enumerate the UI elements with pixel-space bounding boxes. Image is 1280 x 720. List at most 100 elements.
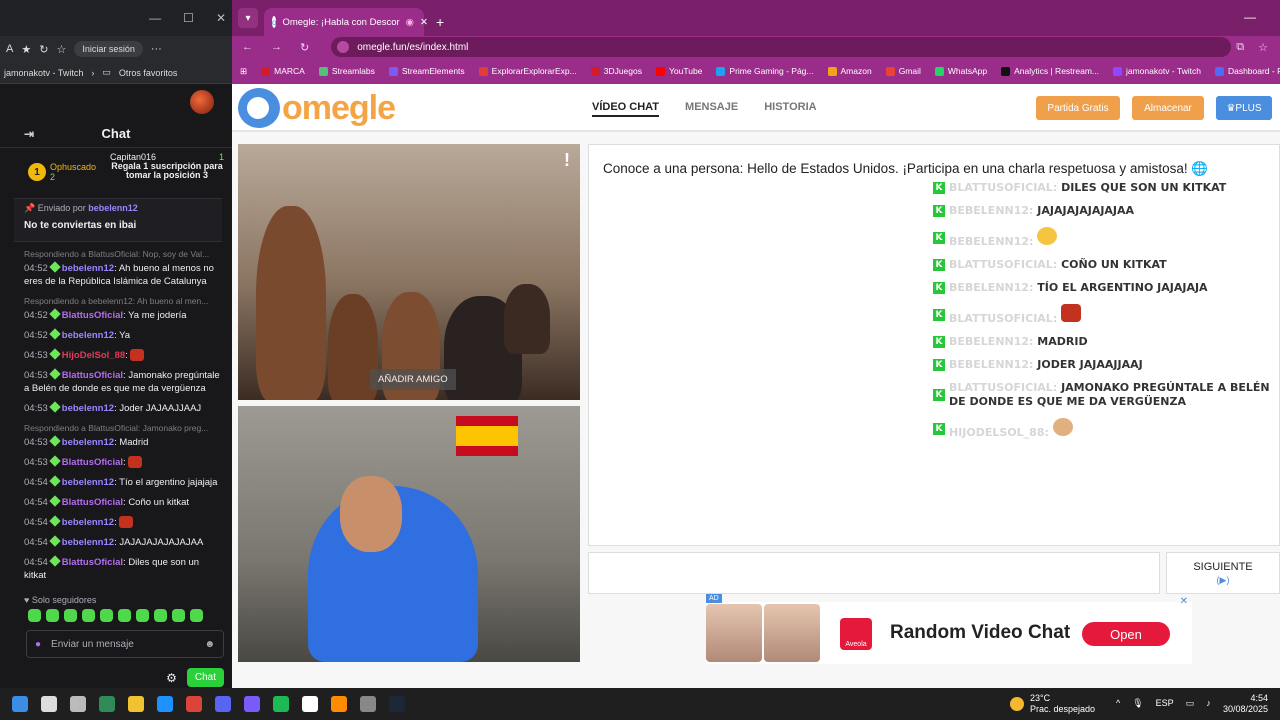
back-icon[interactable]: ← bbox=[242, 41, 253, 53]
taskbar-app-icon[interactable] bbox=[128, 696, 144, 712]
next-button[interactable]: SIGUIENTE (▶) bbox=[1166, 552, 1280, 594]
add-friend-button[interactable]: AÑADIR AMIGO bbox=[370, 369, 456, 390]
forward-icon[interactable]: → bbox=[271, 41, 282, 53]
read-aloud-icon[interactable]: A bbox=[6, 43, 13, 55]
plus-button[interactable]: ♛ PLUS bbox=[1216, 96, 1272, 120]
taskbar-app-icon[interactable] bbox=[186, 696, 202, 712]
emote-icon[interactable] bbox=[82, 609, 95, 622]
chat-message[interactable]: 04:53 BlattusOficial: bbox=[24, 455, 222, 469]
leaderboard-entry-1[interactable]: 1 Ophuscado 2 bbox=[28, 152, 104, 192]
start-icon[interactable] bbox=[12, 696, 28, 712]
chat-message[interactable]: 04:54 BlattusOficial: Coño un kitkat bbox=[24, 495, 222, 509]
bookmark-other-favorites[interactable]: Otros favoritos bbox=[119, 68, 178, 78]
bookmark-item[interactable]: 3DJuegos bbox=[590, 66, 642, 76]
emote-icon[interactable] bbox=[64, 609, 77, 622]
taskbar-app-icon[interactable] bbox=[273, 696, 289, 712]
send-chat-button[interactable]: Chat bbox=[186, 668, 224, 687]
message-user[interactable]: bebelenn12 bbox=[62, 403, 114, 414]
apps-grid-icon[interactable]: ⊞ bbox=[240, 66, 247, 77]
chat-message[interactable]: Respondiendo a BlattusOficial: Jamonako … bbox=[24, 422, 222, 449]
chevron-up-icon[interactable]: ^ bbox=[1116, 698, 1120, 709]
taskbar-app-icon[interactable] bbox=[302, 696, 318, 712]
minimize-icon[interactable]: — bbox=[1244, 10, 1256, 24]
ad-close-icon[interactable]: ✕ bbox=[1180, 596, 1188, 607]
leaderboard-entry-2[interactable]: Capitan016 1 Regala 1 suscripción para t… bbox=[110, 152, 224, 192]
streamer-avatar[interactable] bbox=[190, 90, 214, 114]
emote-icon[interactable] bbox=[190, 609, 203, 622]
bookmark-star-icon[interactable]: ☆ bbox=[1258, 41, 1268, 54]
language-indicator[interactable]: ESP bbox=[1156, 698, 1174, 709]
network-icon[interactable]: ▭ bbox=[1186, 698, 1195, 709]
collapse-chat-icon[interactable]: ⇥ bbox=[24, 127, 34, 141]
reload-icon[interactable]: ↻ bbox=[300, 41, 309, 54]
microphone-icon[interactable]: ● bbox=[35, 639, 41, 650]
favorites-icon[interactable]: ☆ bbox=[56, 43, 66, 56]
message-user[interactable]: bebelenn12 bbox=[62, 330, 114, 341]
chat-message[interactable]: 04:53 BlattusOficial: Jamonako pregúntale… bbox=[24, 368, 222, 395]
tab-close-icon[interactable]: ✕ bbox=[420, 17, 428, 28]
chat-message[interactable]: 04:52 bebelenn12: Ya bbox=[24, 328, 222, 342]
message-user[interactable]: HijoDelSol_88 bbox=[62, 350, 125, 361]
message-input[interactable] bbox=[588, 552, 1160, 594]
bookmark-twitch[interactable]: jamonakotv - Twitch bbox=[4, 68, 83, 78]
ad-banner[interactable]: AD Aveola Random Video Chat Open ✕ bbox=[706, 594, 1192, 664]
message-user[interactable]: BlattusOficial bbox=[62, 370, 123, 381]
taskbar-app-icon[interactable] bbox=[157, 696, 173, 712]
bookmark-item[interactable]: jamonakotv - Twitch bbox=[1112, 66, 1201, 76]
tab-search-icon[interactable]: ▾ bbox=[238, 8, 258, 28]
bookmark-item[interactable]: MARCA bbox=[261, 66, 305, 76]
bookmark-item[interactable]: WhatsApp bbox=[934, 66, 987, 76]
message-user[interactable]: BlattusOficial bbox=[62, 310, 123, 321]
chat-message-input[interactable]: ● Enviar un mensaje ☻ bbox=[26, 630, 224, 658]
install-app-icon[interactable]: ⧉ bbox=[1236, 41, 1244, 54]
favorite-star-icon[interactable]: ★ bbox=[21, 43, 31, 56]
emote-icon[interactable] bbox=[28, 609, 41, 622]
chat-message[interactable]: Respondiendo a BlattusOficial: Nop, soy … bbox=[24, 248, 222, 288]
bookmark-item[interactable]: Gmail bbox=[885, 66, 921, 76]
chat-message[interactable]: 04:53 bebelenn12: Joder JAJAAJJAAJ bbox=[24, 401, 222, 415]
omegle-logo[interactable]: omegle bbox=[238, 88, 396, 128]
message-user[interactable]: bebelenn12 bbox=[62, 263, 114, 274]
microphone-icon[interactable]: 🎙 bbox=[1132, 698, 1143, 709]
emoji-picker-icon[interactable]: ☻ bbox=[204, 639, 215, 650]
bookmark-item[interactable]: StreamElements bbox=[388, 66, 465, 76]
emote-icon[interactable] bbox=[100, 609, 113, 622]
weather-widget[interactable]: 23°C Prac. despejado bbox=[1010, 693, 1095, 715]
chat-message[interactable]: 04:53 HijoDelSol_88: bbox=[24, 348, 222, 362]
maximize-icon[interactable]: ☐ bbox=[183, 11, 194, 25]
tab-omegle[interactable]: o Omegle: ¡Habla con Descor ◉ ✕ bbox=[264, 8, 428, 36]
pinned-message[interactable]: 📌 Enviado por bebelenn12 No te convierta… bbox=[14, 198, 222, 242]
chat-message[interactable]: 04:54 bebelenn12: Tío el argentino jajaja… bbox=[24, 475, 222, 489]
more-menu-icon[interactable]: ··· bbox=[151, 43, 162, 55]
site-info-icon[interactable] bbox=[337, 41, 350, 53]
message-user[interactable]: bebelenn12 bbox=[62, 537, 114, 548]
store-button[interactable]: Almacenar bbox=[1132, 96, 1204, 120]
chevron-right-icon[interactable]: › bbox=[91, 68, 94, 78]
url-field[interactable]: omegle.fun/es/index.html bbox=[331, 37, 1232, 57]
taskbar-app-icon[interactable] bbox=[99, 696, 115, 712]
bookmark-item[interactable]: Streamlabs bbox=[318, 66, 375, 76]
message-user[interactable]: BlattusOficial bbox=[62, 557, 123, 568]
taskbar-app-icon[interactable] bbox=[389, 696, 405, 712]
bookmark-item[interactable]: Amazon bbox=[827, 66, 872, 76]
search-icon[interactable] bbox=[41, 696, 57, 712]
volume-icon[interactable]: ♪ bbox=[1206, 698, 1211, 709]
bookmark-item[interactable]: YouTube bbox=[656, 66, 702, 76]
bookmark-item[interactable]: Dashboard - Restre... bbox=[1214, 66, 1280, 76]
report-icon[interactable]: ! bbox=[564, 150, 570, 171]
message-user[interactable]: BlattusOficial bbox=[62, 457, 123, 468]
bookmark-item[interactable]: ExplorarExplorarExp... bbox=[478, 66, 577, 76]
taskbar-app-icon[interactable] bbox=[215, 696, 231, 712]
taskbar-app-icon[interactable] bbox=[360, 696, 376, 712]
ad-open-button[interactable]: Open bbox=[1082, 622, 1170, 646]
taskbar-app-icon[interactable] bbox=[331, 696, 347, 712]
new-tab-button[interactable]: + bbox=[436, 14, 444, 30]
emote-icon[interactable] bbox=[118, 609, 131, 622]
nav-message[interactable]: MENSAJE bbox=[685, 101, 738, 117]
bookmark-item[interactable]: Prime Gaming - Pág... bbox=[716, 66, 814, 76]
emote-icon[interactable] bbox=[172, 609, 185, 622]
message-user[interactable]: bebelenn12 bbox=[62, 477, 114, 488]
taskbar-app-icon[interactable] bbox=[244, 696, 260, 712]
nav-history[interactable]: HISTORIA bbox=[764, 101, 816, 117]
free-match-button[interactable]: Partida Gratis bbox=[1036, 96, 1120, 120]
